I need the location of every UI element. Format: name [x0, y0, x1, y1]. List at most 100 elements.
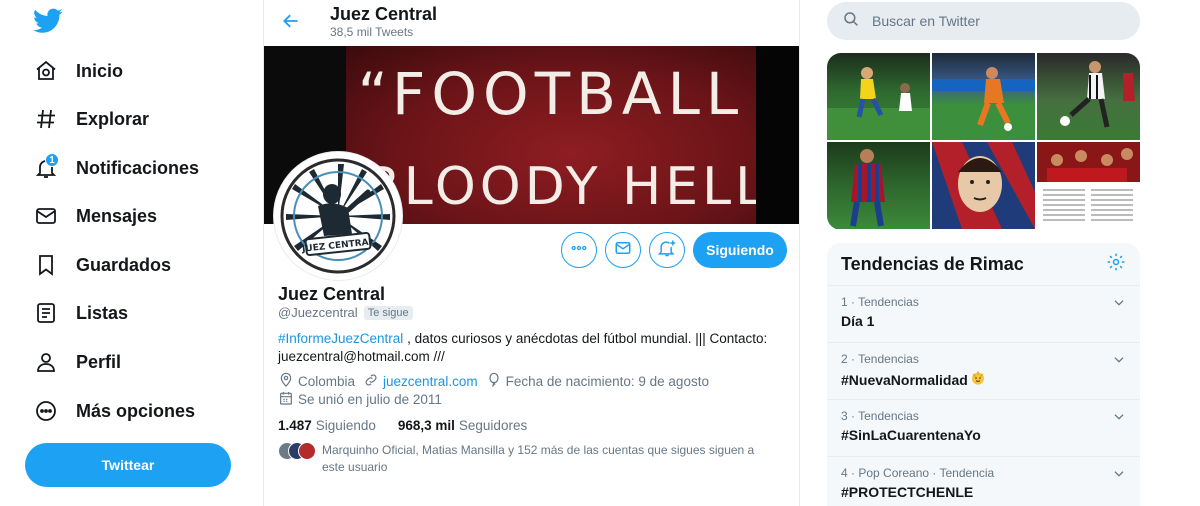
bookmark-icon — [26, 245, 66, 285]
trend-item[interactable]: 4 · Pop Coreano · Tendencia #PROTECTCHEN… — [827, 457, 1140, 506]
more-options-button[interactable] — [561, 232, 597, 268]
profile-column: Juez Central 38,5 mil Tweets “FOOTBALL .… — [263, 0, 800, 506]
followers-label: Seguidores — [458, 418, 528, 433]
profile-avatar[interactable]: JUEZ CENTRAL — [274, 152, 402, 280]
notification-badge: 1 — [45, 153, 59, 167]
hashtag-icon — [26, 99, 66, 139]
media-thumbnail[interactable] — [827, 53, 930, 140]
trend-name: #NuevaNormalidad — [841, 370, 1126, 389]
nav-label: Perfil — [76, 351, 122, 372]
follow-counts: 1.487 Siguiendo 968,3 mil Seguidores — [278, 418, 549, 433]
more-icon — [26, 391, 66, 431]
header-profile-name: Juez Central — [330, 4, 438, 24]
gear-icon[interactable] — [1106, 252, 1126, 277]
trend-name: #SinLaCuarentenaYo — [841, 427, 1126, 443]
nav-item-inicio[interactable]: Inicio — [26, 51, 123, 91]
website-link[interactable]: juezcentral.com — [383, 374, 478, 389]
trends-panel: Tendencias de Rimac 1 · Tendencias Día 1… — [827, 243, 1140, 506]
banner-image: “FOOTBALL ...BLOODY HELL ” — [302, 46, 799, 224]
website-item[interactable]: juezcentral.com — [363, 372, 478, 391]
profile-joined-row: Se unió en julio de 2011 — [278, 390, 450, 409]
location-item: Colombia — [278, 372, 355, 391]
profile-handle-row: @Juezcentral Te sigue — [278, 305, 413, 320]
banner-line-1: “FOOTBALL — [358, 60, 744, 128]
trends-title: Tendencias de Rimac — [841, 253, 1024, 274]
location-pin-icon — [278, 372, 298, 391]
trend-item[interactable]: 1 · Tendencias Día 1 — [827, 286, 1140, 343]
chevron-down-icon[interactable] — [1112, 410, 1126, 429]
mail-icon — [26, 196, 66, 236]
notify-button[interactable] — [649, 232, 685, 268]
nav-item-notificaciones[interactable]: 1 Notificaciones — [26, 148, 199, 188]
header-tweet-count: 38,5 mil Tweets — [330, 25, 414, 39]
following-button[interactable]: Siguiendo — [693, 232, 787, 268]
profile-bio: #InformeJuezCentral , datos curiosos y a… — [278, 330, 788, 366]
tweet-button[interactable]: Twittear — [25, 443, 231, 487]
trend-item[interactable]: 3 · Tendencias #SinLaCuarentenaYo — [827, 400, 1140, 457]
chevron-down-icon[interactable] — [1112, 467, 1126, 486]
calendar-icon — [278, 390, 298, 409]
nav-item-explorar[interactable]: Explorar — [26, 99, 149, 139]
trend-meta: 4 · Pop Coreano · Tendencia — [841, 466, 995, 480]
birthday-text: Fecha de nacimiento: 9 de agosto — [505, 374, 709, 389]
home-icon — [26, 51, 66, 91]
trend-name-text: #PROTECTCHENLE — [841, 484, 974, 500]
profile-handle: @Juezcentral — [278, 305, 358, 320]
followers-count-link[interactable]: 968,3 mil Seguidores — [398, 418, 527, 433]
trend-meta: 1 · Tendencias — [841, 295, 919, 309]
trend-name: Día 1 — [841, 313, 1126, 329]
media-thumbnail[interactable] — [827, 142, 930, 229]
joined-text: Se unió en julio de 2011 — [298, 392, 442, 407]
following-count: 1.487 — [278, 418, 312, 433]
chevron-down-icon[interactable] — [1112, 296, 1126, 315]
link-icon — [363, 372, 383, 391]
trend-item[interactable]: 2 · Tendencias #NuevaNormalidad — [827, 343, 1140, 400]
bio-hashtag-link[interactable]: #InformeJuezCentral — [278, 331, 403, 346]
nav-item-mas-opciones[interactable]: Más opciones — [26, 391, 195, 431]
nav-label: Guardados — [76, 254, 172, 275]
search-input[interactable] — [872, 13, 1122, 29]
trend-name-text: #SinLaCuarentenaYo — [841, 427, 981, 443]
left-navigation: Inicio Explorar 1 Notificaciones Mensaje… — [0, 0, 263, 506]
birthday-item: Fecha de nacimiento: 9 de agosto — [486, 372, 709, 391]
profile-meta-row: Colombia juezcentral.com Fecha de nacimi… — [278, 372, 717, 391]
back-arrow-icon[interactable] — [278, 8, 304, 34]
nav-item-perfil[interactable]: Perfil — [26, 342, 121, 382]
mail-icon — [614, 239, 632, 262]
media-thumbnail[interactable] — [932, 53, 1035, 140]
search-icon — [842, 10, 860, 33]
nav-item-guardados[interactable]: Guardados — [26, 245, 171, 285]
nav-label: Explorar — [76, 108, 150, 129]
user-icon — [26, 342, 66, 382]
media-thumbnail[interactable] — [932, 142, 1035, 229]
bell-plus-icon — [657, 238, 677, 263]
known-followers[interactable]: Marquinho Oficial, Matias Mansilla y 152… — [278, 442, 778, 476]
message-button[interactable] — [605, 232, 641, 268]
list-icon — [26, 293, 66, 333]
nav-item-mensajes[interactable]: Mensajes — [26, 196, 157, 236]
media-thumbnail[interactable] — [1037, 142, 1140, 229]
follows-you-badge: Te sigue — [363, 305, 413, 320]
known-followers-text: Marquinho Oficial, Matias Mansilla y 152… — [322, 443, 755, 474]
search-box[interactable] — [827, 2, 1140, 40]
trend-meta: 3 · Tendencias — [841, 409, 919, 423]
nav-label: Más opciones — [76, 400, 196, 421]
emoji-icon — [970, 370, 986, 389]
trend-name-text: #NuevaNormalidad — [841, 371, 968, 388]
trends-header: Tendencias de Rimac — [827, 243, 1140, 286]
chevron-down-icon[interactable] — [1112, 353, 1126, 372]
nav-label: Notificaciones — [76, 157, 200, 178]
following-count-link[interactable]: 1.487 Siguiendo — [278, 418, 376, 433]
known-follower-avatars — [278, 442, 316, 460]
nav-item-listas[interactable]: Listas — [26, 293, 128, 333]
right-sidebar: Tendencias de Rimac 1 · Tendencias Día 1… — [800, 0, 1200, 506]
media-thumbnail[interactable] — [1037, 53, 1140, 140]
location-text: Colombia — [298, 374, 356, 389]
balloon-icon — [486, 372, 506, 391]
avatar — [298, 442, 316, 460]
nav-label: Inicio — [76, 60, 124, 81]
banner-dark-edge — [756, 46, 799, 224]
profile-name: Juez Central — [278, 284, 386, 304]
twitter-logo-icon[interactable] — [33, 8, 63, 34]
trend-name-text: Día 1 — [841, 313, 875, 329]
